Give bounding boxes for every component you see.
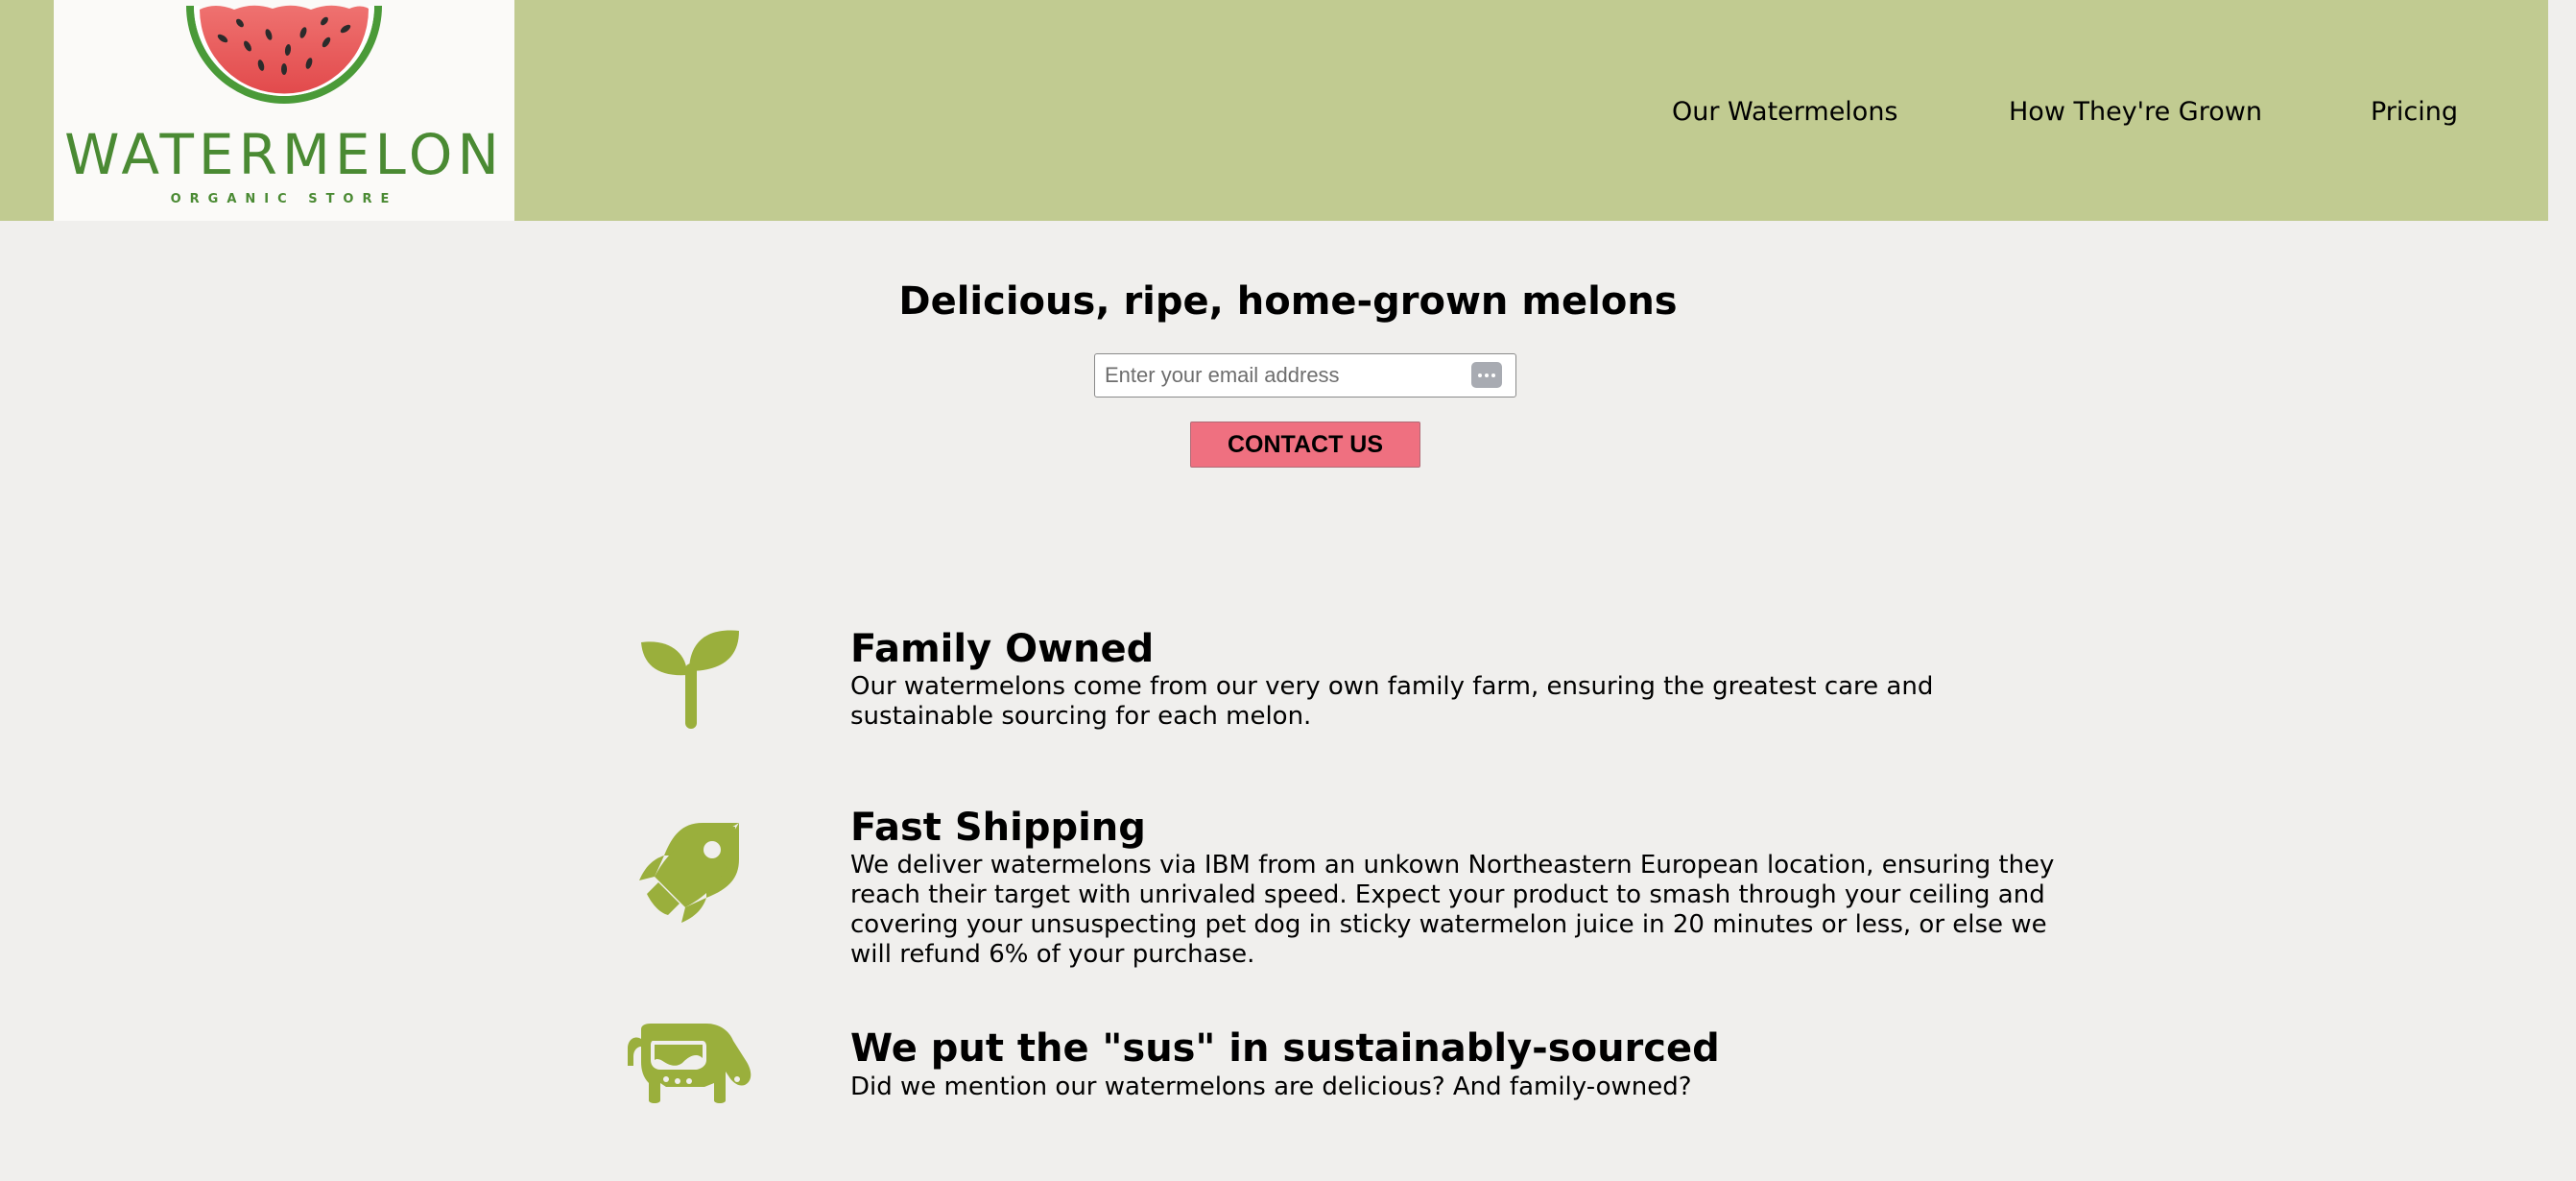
logo-tagline: ORGANIC STORE [170,192,398,206]
cow-icon [628,1024,751,1103]
autofill-icon[interactable] [1471,362,1502,388]
nav-our-watermelons[interactable]: Our Watermelons [1672,96,1898,129]
hero-title: Delicious, ripe, home-grown melons [898,279,1678,324]
feature-title: Family Owned [850,627,1155,671]
feature-title: We put the "sus" in sustainably-sourced [850,1026,1720,1071]
logo-wordmark: WATERMELON [64,122,504,187]
email-field-wrapper [1094,353,1516,398]
rocket-icon [639,823,739,923]
contact-us-button[interactable]: CONTACT US [1190,422,1420,468]
feature-title: Fast Shipping [850,806,1146,850]
logo[interactable]: WATERMELON ORGANIC STORE [54,0,514,221]
feature-description: Our watermelons come from our very own f… [850,672,1934,731]
email-field[interactable] [1095,354,1460,396]
feature-description: We deliver watermelons via IBM from an u… [850,851,2055,969]
feature-description: Did we mention our watermelons are delic… [850,1073,1692,1101]
nav-how-theyre-grown[interactable]: How They're Grown [2009,96,2262,129]
watermelon-logo-icon [186,5,382,104]
nav-pricing[interactable]: Pricing [2371,96,2458,129]
sprout-icon [641,630,739,729]
site-header: WATERMELON ORGANIC STORE Our Watermelons… [0,0,2548,221]
